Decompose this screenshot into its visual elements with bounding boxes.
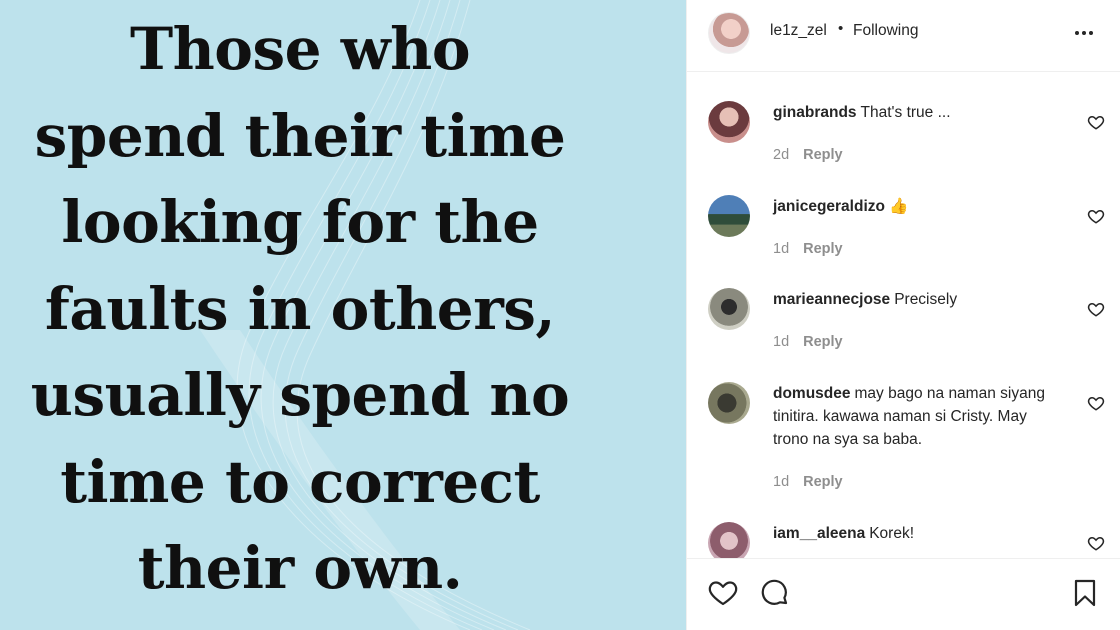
comment-text: iam__aleena Korek! <box>773 522 1073 545</box>
more-horizontal-icon[interactable] <box>1073 22 1095 44</box>
author-username[interactable]: le1z_zel <box>770 22 827 40</box>
post-side-panel: le1z_zel • Following ginabrands That's tr… <box>686 0 1120 630</box>
bookmark-icon[interactable] <box>1069 577 1101 609</box>
quote-line: usually spend no <box>30 361 570 429</box>
quote-text: Those who spend their time looking for t… <box>0 6 600 612</box>
quote-line: Those who <box>129 15 471 83</box>
comment-meta: 1d Reply <box>773 241 843 257</box>
post-image: Those who spend their time looking for t… <box>0 0 686 630</box>
quote-line: time to correct <box>60 447 540 516</box>
comment-text: marieannecjose Precisely <box>773 288 1073 311</box>
header-separator: • <box>838 20 844 37</box>
comment-text: ginabrands That's true ... <box>773 101 1073 124</box>
comment-meta: 1d Reply <box>773 474 843 490</box>
comment-age: 1d <box>773 334 790 350</box>
commenter-avatar[interactable] <box>708 522 750 558</box>
quote-line: spend their time <box>34 101 566 170</box>
comment-username[interactable]: domusdee <box>773 385 851 402</box>
heart-icon[interactable] <box>1087 207 1105 225</box>
heart-icon[interactable] <box>1087 394 1105 412</box>
comment-age: 1d <box>773 474 790 490</box>
quote-line: faults in others, <box>44 274 556 343</box>
heart-icon[interactable] <box>1087 113 1105 131</box>
comment-body: Precisely <box>894 291 958 308</box>
follow-status-button[interactable]: Following <box>853 22 918 40</box>
reply-button[interactable]: Reply <box>803 241 843 257</box>
comment-text: janicegeraldizo 👍 <box>773 195 1073 218</box>
comment-body: 👍 <box>888 198 909 215</box>
comment-age: 1d <box>773 241 790 257</box>
comment-username[interactable]: ginabrands <box>773 104 857 121</box>
comment-meta: 1d Reply <box>773 334 843 350</box>
heart-icon[interactable] <box>707 577 739 609</box>
reply-button[interactable]: Reply <box>803 474 843 490</box>
comments-list[interactable]: ginabrands That's true ... 2d Reply janice… <box>687 73 1120 558</box>
comment-body: That's true ... <box>860 104 951 121</box>
commenter-avatar[interactable] <box>708 195 750 237</box>
comment-text: domusdee may bago na naman siyang tinitir… <box>773 382 1063 451</box>
commenter-avatar[interactable] <box>708 101 750 143</box>
post-header: le1z_zel • Following <box>687 0 1120 72</box>
reply-button[interactable]: Reply <box>803 334 843 350</box>
comment-icon[interactable] <box>759 577 791 609</box>
comment-age: 2d <box>773 147 790 163</box>
comment-meta: 2d Reply <box>773 147 843 163</box>
post-actions-bar <box>687 558 1120 630</box>
heart-icon[interactable] <box>1087 534 1105 552</box>
heart-icon[interactable] <box>1087 300 1105 318</box>
commenter-avatar[interactable] <box>708 382 750 424</box>
quote-line: their own. <box>137 534 463 602</box>
author-avatar[interactable] <box>708 12 750 54</box>
commenter-avatar[interactable] <box>708 288 750 330</box>
comment-username[interactable]: iam__aleena <box>773 525 865 542</box>
comment-username[interactable]: marieannecjose <box>773 291 890 308</box>
comment-body: Korek! <box>869 525 915 542</box>
reply-button[interactable]: Reply <box>803 147 843 163</box>
quote-line: looking for the <box>61 188 539 256</box>
comment-username[interactable]: janicegeraldizo <box>773 198 885 215</box>
